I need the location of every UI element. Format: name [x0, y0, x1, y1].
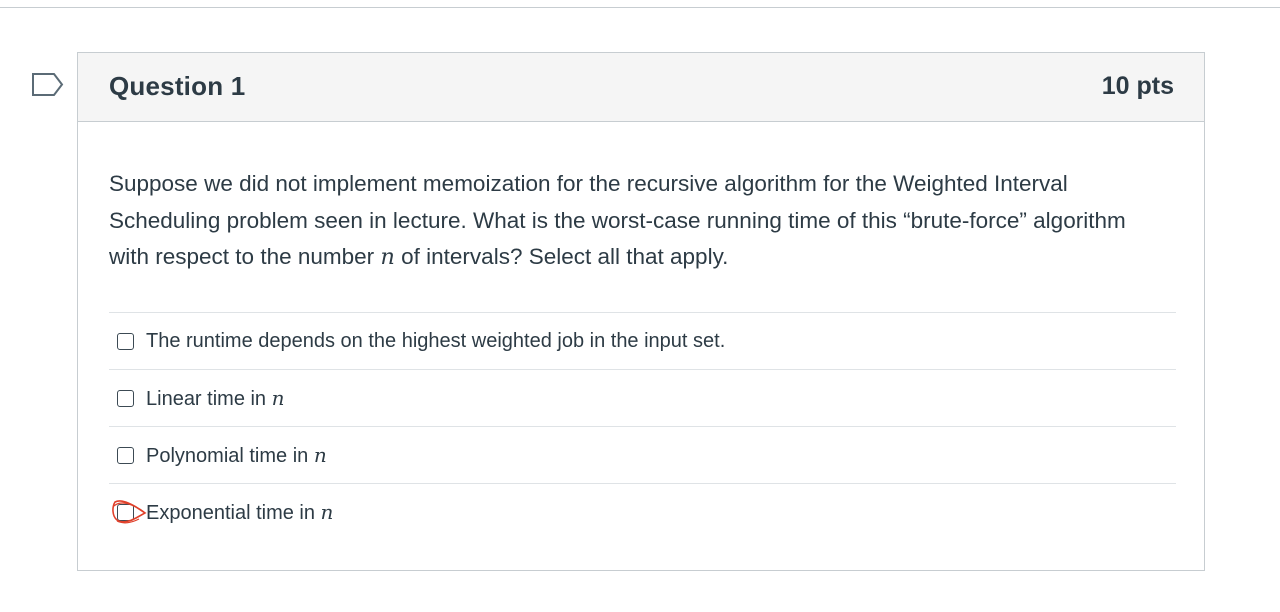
answer-option[interactable]: Exponential time in n — [109, 483, 1176, 540]
answer-label[interactable]: The runtime depends on the highest weigh… — [146, 330, 725, 353]
answer-variable: n — [271, 385, 285, 410]
question-title: Question 1 — [109, 71, 246, 101]
answer-checkbox[interactable] — [117, 332, 134, 350]
answer-option[interactable]: Linear time in n — [109, 369, 1176, 426]
answer-variable: n — [320, 499, 334, 524]
question-prompt: Suppose we did not implement memoization… — [109, 166, 1169, 276]
prompt-variable: n — [380, 244, 395, 270]
question-points: 10 pts — [1101, 72, 1174, 100]
answer-checkbox[interactable] — [117, 446, 134, 464]
answer-label[interactable]: Linear time in n — [146, 386, 285, 411]
prompt-text-end: of intervals? Select all that apply. — [394, 244, 729, 269]
answer-option[interactable]: Polynomial time in n — [109, 426, 1176, 483]
top-divider — [0, 7, 1280, 8]
answer-variable: n — [313, 442, 327, 467]
answer-label[interactable]: Exponential time in n — [146, 500, 333, 525]
answer-checkbox[interactable] — [117, 503, 134, 521]
answer-label[interactable]: Polynomial time in n — [146, 443, 327, 468]
answer-checkbox[interactable] — [117, 389, 134, 407]
answer-list: The runtime depends on the highest weigh… — [109, 312, 1176, 540]
question-card: Question 1 10 pts Suppose we did not imp… — [77, 52, 1205, 571]
flag-outline-icon[interactable] — [31, 71, 65, 101]
question-header: Question 1 10 pts — [78, 53, 1204, 122]
answer-option[interactable]: The runtime depends on the highest weigh… — [109, 312, 1176, 369]
